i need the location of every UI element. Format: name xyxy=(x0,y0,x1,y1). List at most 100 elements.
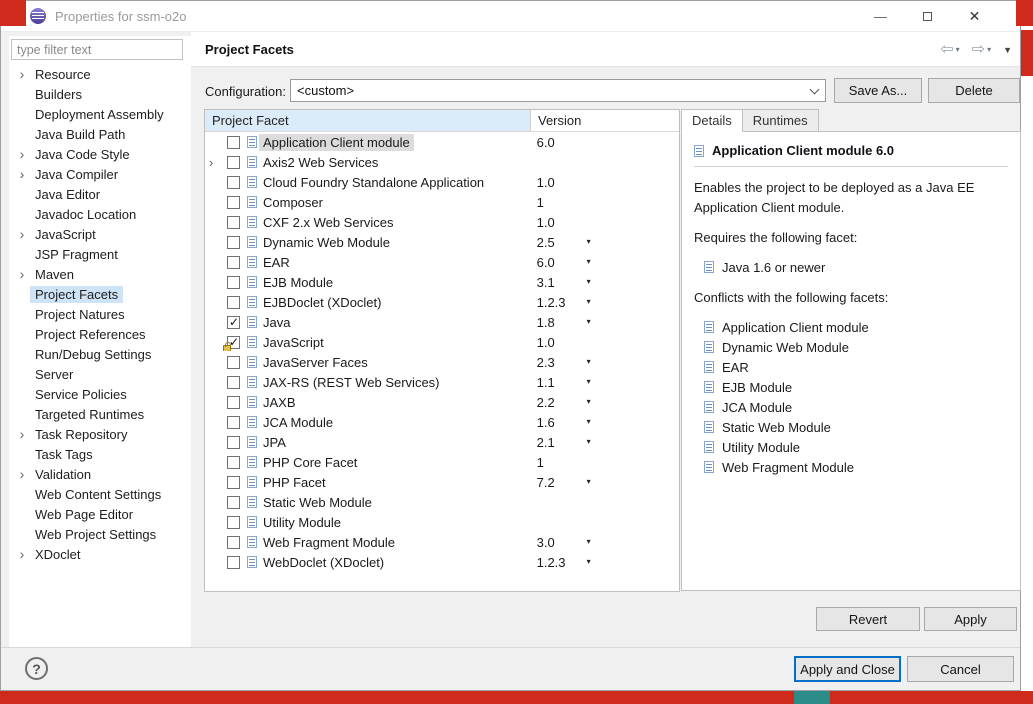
view-menu-button[interactable]: ▼ xyxy=(1003,45,1012,55)
facet-row-jax-rs-rest-web-services[interactable]: JAX-RS (REST Web Services) 1.1 ▾ xyxy=(205,372,679,392)
facet-checkbox[interactable] xyxy=(227,475,240,489)
facet-checkbox[interactable] xyxy=(227,515,240,529)
filter-input[interactable] xyxy=(11,39,183,60)
sidebar-item-java-code-style[interactable]: › Java Code Style xyxy=(9,144,191,164)
sidebar-item-validation[interactable]: › Validation xyxy=(9,464,191,484)
version-dropdown-icon[interactable]: ▾ xyxy=(587,257,591,266)
version-dropdown-icon[interactable]: ▾ xyxy=(587,277,591,286)
close-button[interactable]: ✕ xyxy=(951,1,998,32)
sidebar-item-service-policies[interactable]: Service Policies xyxy=(9,384,191,404)
sidebar-item-targeted-runtimes[interactable]: Targeted Runtimes xyxy=(9,404,191,424)
facet-checkbox[interactable] xyxy=(227,395,240,409)
facet-checkbox[interactable] xyxy=(227,135,240,149)
sidebar-item-server[interactable]: Server xyxy=(9,364,191,384)
column-header-project-facet[interactable]: Project Facet xyxy=(205,110,531,131)
facet-row-web-fragment-module[interactable]: Web Fragment Module 3.0 ▾ xyxy=(205,532,679,552)
maximize-button[interactable] xyxy=(904,1,951,32)
column-header-version[interactable]: Version xyxy=(531,110,679,131)
facet-checkbox[interactable] xyxy=(227,155,240,169)
tab-runtimes[interactable]: Runtimes xyxy=(741,109,819,132)
facet-row-jca-module[interactable]: JCA Module 1.6 ▾ xyxy=(205,412,679,432)
version-dropdown-icon[interactable]: ▾ xyxy=(587,437,591,446)
sidebar-item-javascript[interactable]: › JavaScript xyxy=(9,224,191,244)
expand-chevron-icon[interactable]: › xyxy=(14,267,30,281)
facet-row-cloud-foundry-standalone-application[interactable]: Cloud Foundry Standalone Application 1.0 xyxy=(205,172,679,192)
facet-row-ear[interactable]: EAR 6.0 ▾ xyxy=(205,252,679,272)
sidebar-item-task-repository[interactable]: › Task Repository xyxy=(9,424,191,444)
expand-chevron-icon[interactable]: › xyxy=(14,67,30,81)
combobox-dropdown-icon[interactable] xyxy=(803,80,825,101)
titlebar[interactable]: Properties for ssm-o2o — ✕ xyxy=(1,1,1020,32)
facet-row-javascript[interactable]: JavaScript 1.0 xyxy=(205,332,679,352)
expand-chevron-icon[interactable]: › xyxy=(14,547,30,561)
version-dropdown-icon[interactable]: ▾ xyxy=(587,317,591,326)
delete-button[interactable]: Delete xyxy=(928,78,1020,103)
sidebar-item-project-facets[interactable]: Project Facets xyxy=(9,284,191,304)
facet-checkbox[interactable] xyxy=(227,235,240,249)
expand-chevron-icon[interactable]: › xyxy=(14,227,30,241)
tab-details[interactable]: Details xyxy=(681,109,743,132)
version-dropdown-icon[interactable]: ▾ xyxy=(587,417,591,426)
sidebar-item-web-content-settings[interactable]: Web Content Settings xyxy=(9,484,191,504)
facet-row-application-client-module[interactable]: Application Client module 6.0 xyxy=(205,132,679,152)
facet-checkbox[interactable] xyxy=(227,195,240,209)
version-dropdown-icon[interactable]: ▾ xyxy=(587,537,591,546)
facet-checkbox[interactable] xyxy=(227,535,240,549)
configuration-combobox[interactable]: <custom> xyxy=(290,79,826,102)
facet-row-ejb-module[interactable]: EJB Module 3.1 ▾ xyxy=(205,272,679,292)
facet-checkbox[interactable] xyxy=(223,335,240,351)
facet-checkbox[interactable] xyxy=(227,295,240,309)
sidebar-item-project-natures[interactable]: Project Natures xyxy=(9,304,191,324)
sidebar-item-deployment-assembly[interactable]: Deployment Assembly xyxy=(9,104,191,124)
version-dropdown-icon[interactable]: ▾ xyxy=(587,377,591,386)
apply-button[interactable]: Apply xyxy=(924,607,1017,631)
facet-checkbox[interactable] xyxy=(227,355,240,369)
facet-row-utility-module[interactable]: Utility Module xyxy=(205,512,679,532)
version-dropdown-icon[interactable]: ▾ xyxy=(587,557,591,566)
facet-checkbox[interactable] xyxy=(227,375,240,389)
facet-row-axis2-web-services[interactable]: › Axis2 Web Services xyxy=(205,152,679,172)
sidebar-item-java-compiler[interactable]: › Java Compiler xyxy=(9,164,191,184)
facet-row-composer[interactable]: Composer 1 xyxy=(205,192,679,212)
facet-row-java[interactable]: Java 1.8 ▾ xyxy=(205,312,679,332)
sidebar-item-javadoc-location[interactable]: Javadoc Location xyxy=(9,204,191,224)
cancel-button[interactable]: Cancel xyxy=(907,656,1014,682)
facet-checkbox[interactable] xyxy=(227,435,240,449)
facet-row-dynamic-web-module[interactable]: Dynamic Web Module 2.5 ▾ xyxy=(205,232,679,252)
version-dropdown-icon[interactable]: ▾ xyxy=(587,357,591,366)
facet-checkbox[interactable] xyxy=(227,555,240,569)
sidebar-item-java-build-path[interactable]: Java Build Path xyxy=(9,124,191,144)
facet-checkbox[interactable] xyxy=(227,215,240,229)
version-dropdown-icon[interactable]: ▾ xyxy=(587,397,591,406)
facet-row-javaserver-faces[interactable]: JavaServer Faces 2.3 ▾ xyxy=(205,352,679,372)
sidebar-item-web-page-editor[interactable]: Web Page Editor xyxy=(9,504,191,524)
sidebar-item-web-project-settings[interactable]: Web Project Settings xyxy=(9,524,191,544)
facet-row-ejbdoclet-xdoclet[interactable]: EJBDoclet (XDoclet) 1.2.3 ▾ xyxy=(205,292,679,312)
facet-row-cxf-2-x-web-services[interactable]: CXF 2.x Web Services 1.0 xyxy=(205,212,679,232)
version-dropdown-icon[interactable]: ▾ xyxy=(587,477,591,486)
sidebar-item-java-editor[interactable]: Java Editor xyxy=(9,184,191,204)
facet-row-webdoclet-xdoclet[interactable]: WebDoclet (XDoclet) 1.2.3 ▾ xyxy=(205,552,679,572)
facet-row-php-facet[interactable]: PHP Facet 7.2 ▾ xyxy=(205,472,679,492)
facet-row-jpa[interactable]: JPA 2.1 ▾ xyxy=(205,432,679,452)
facet-checkbox[interactable] xyxy=(227,455,240,469)
version-dropdown-icon[interactable]: ▾ xyxy=(587,237,591,246)
facet-checkbox[interactable] xyxy=(227,415,240,429)
expand-chevron-icon[interactable]: › xyxy=(14,147,30,161)
facet-checkbox[interactable] xyxy=(227,255,240,269)
facet-checkbox[interactable] xyxy=(227,495,240,509)
minimize-button[interactable]: — xyxy=(857,1,904,32)
version-dropdown-icon[interactable]: ▾ xyxy=(587,297,591,306)
facet-row-jaxb[interactable]: JAXB 2.2 ▾ xyxy=(205,392,679,412)
back-button[interactable]: ⇦ ▾ xyxy=(940,41,959,58)
sidebar-item-run-debug-settings[interactable]: Run/Debug Settings xyxy=(9,344,191,364)
expand-chevron-icon[interactable]: › xyxy=(14,427,30,441)
sidebar-item-resource[interactable]: › Resource xyxy=(9,64,191,84)
sidebar-item-jsp-fragment[interactable]: JSP Fragment xyxy=(9,244,191,264)
sidebar-item-builders[interactable]: Builders xyxy=(9,84,191,104)
facet-checkbox[interactable] xyxy=(227,175,240,189)
facet-checkbox[interactable] xyxy=(227,315,240,329)
sidebar-item-task-tags[interactable]: Task Tags xyxy=(9,444,191,464)
facet-row-static-web-module[interactable]: Static Web Module xyxy=(205,492,679,512)
apply-and-close-button[interactable]: Apply and Close xyxy=(794,656,901,682)
